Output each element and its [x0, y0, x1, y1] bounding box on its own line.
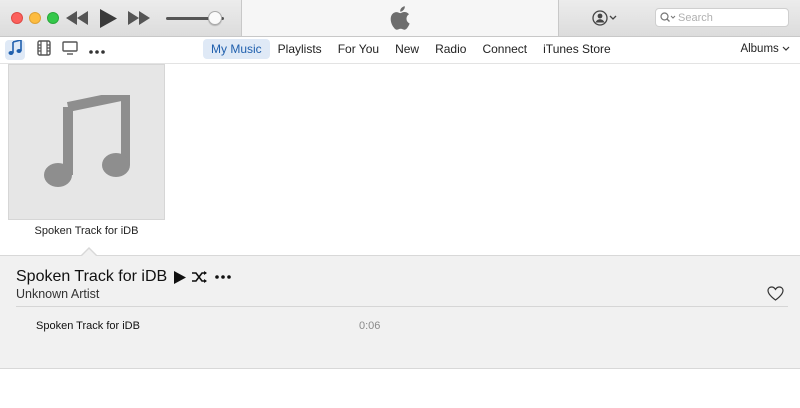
panel-notch-fill — [81, 249, 97, 257]
lcd-display — [241, 0, 559, 36]
chevron-down-icon — [782, 43, 790, 55]
movies-media-button[interactable] — [34, 39, 54, 61]
more-icon — [89, 41, 105, 59]
search-input[interactable] — [678, 10, 782, 25]
album-artist[interactable]: Unknown Artist — [16, 287, 99, 301]
search-field[interactable] — [655, 8, 789, 27]
fast-forward-icon[interactable] — [128, 10, 150, 26]
album-title[interactable]: Spoken Track for iDB — [8, 225, 165, 237]
play-icon[interactable] — [98, 8, 118, 28]
tab-new[interactable]: New — [387, 39, 427, 59]
track-duration: 0:06 — [359, 320, 381, 332]
navigation-bar: My Music Playlists For You New Radio Con… — [0, 37, 800, 64]
view-selector[interactable]: Albums — [740, 43, 790, 55]
rewind-icon[interactable] — [66, 10, 88, 26]
more-media-button[interactable] — [87, 40, 107, 60]
tab-playlists[interactable]: Playlists — [270, 39, 330, 59]
tab-connect[interactable]: Connect — [474, 39, 535, 59]
music-note-icon — [44, 90, 131, 194]
close-window-button[interactable] — [11, 12, 23, 24]
minimize-window-button[interactable] — [29, 12, 41, 24]
music-icon — [8, 38, 22, 61]
music-media-button[interactable] — [5, 38, 25, 61]
apple-logo-icon — [389, 6, 411, 30]
heart-icon[interactable] — [766, 285, 784, 301]
album-artwork[interactable] — [8, 64, 165, 220]
detail-divider — [16, 306, 788, 307]
album-detail-title: Spoken Track for iDB — [16, 268, 168, 285]
tab-my-music[interactable]: My Music — [203, 39, 270, 59]
tab-radio[interactable]: Radio — [427, 39, 474, 59]
play-album-icon[interactable] — [173, 270, 187, 284]
tab-itunes-store[interactable]: iTunes Store — [535, 39, 619, 59]
more-options-icon[interactable] — [215, 272, 231, 282]
account-icon[interactable] — [592, 10, 618, 26]
zoom-window-button[interactable] — [47, 12, 59, 24]
view-selector-label: Albums — [740, 43, 779, 55]
search-icon — [660, 11, 676, 25]
volume-knob[interactable] — [208, 11, 223, 25]
movies-icon — [37, 39, 51, 61]
section-tabs: My Music Playlists For You New Radio Con… — [203, 39, 619, 59]
shuffle-icon[interactable] — [192, 270, 208, 284]
tab-for-you[interactable]: For You — [330, 39, 387, 59]
title-bar — [0, 0, 800, 37]
track-title[interactable]: Spoken Track for iDB — [36, 320, 140, 332]
tv-icon — [62, 40, 78, 60]
tv-media-button[interactable] — [60, 40, 80, 60]
